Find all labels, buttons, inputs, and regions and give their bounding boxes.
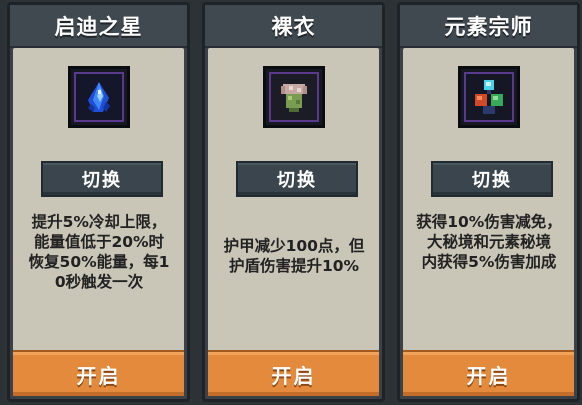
switch-button[interactable]: 切换: [41, 161, 163, 197]
element-cube-icon: [457, 66, 520, 128]
skill-card-body: 切换 护甲减少100点，但 护盾伤害提升10% 开启: [208, 48, 379, 396]
skill-card-body: 切换 提升5%冷却上限， 能量值低于20%时 恢复50%能量，每1 0秒触发一次…: [13, 48, 184, 396]
skill-title: 启迪之星: [10, 5, 187, 48]
skill-description: 获得10%伤害减免， 大秘境和元素秘境 内获得5%伤害加成: [416, 213, 562, 271]
blue-crystal-icon: [67, 66, 130, 128]
skill-card-2: 裸衣 切换 护甲减少100点，但 护盾伤害提升10% 开启: [202, 2, 385, 402]
skill-title: 元素宗师: [400, 5, 577, 48]
switch-button[interactable]: 切换: [431, 161, 553, 197]
open-button[interactable]: 开启: [208, 350, 379, 396]
bare-armor-icon: [262, 66, 325, 128]
skill-description: 护甲减少100点，但 护盾伤害提升10%: [223, 237, 365, 275]
switch-button[interactable]: 切换: [236, 161, 358, 197]
open-button[interactable]: 开启: [403, 350, 574, 396]
skill-card-body: 切换 获得10%伤害减免， 大秘境和元素秘境 内获得5%伤害加成 开启: [403, 48, 574, 396]
skill-card-3: 元素宗师 切换 获得10%伤害减免， 大秘境和元素秘境 内获得5%伤害加成 开启: [397, 2, 580, 402]
skill-description: 提升5%冷却上限， 能量值低于20%时 恢复50%能量，每1 0秒触发一次: [28, 213, 170, 291]
skill-card-1: 启迪之星 切换 提升5%冷却上限， 能量值低于20%时 恢复50%能量，每1 0…: [7, 2, 190, 402]
skill-title: 裸衣: [205, 5, 382, 48]
open-button[interactable]: 开启: [13, 350, 184, 396]
